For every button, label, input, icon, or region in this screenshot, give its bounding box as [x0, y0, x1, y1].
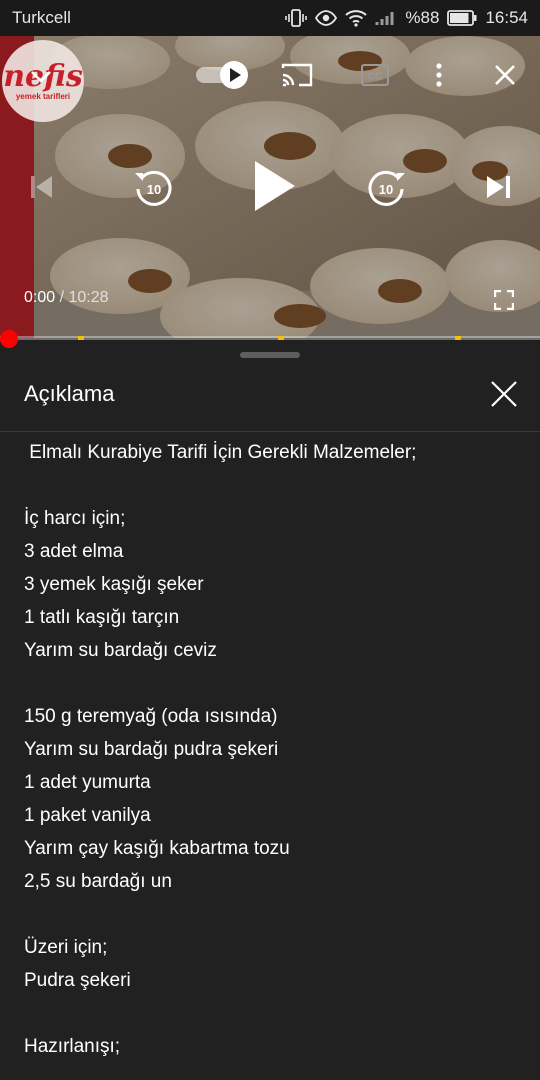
description-line: 1 tatlı kaşığı tarçın [24, 607, 180, 628]
battery-icon [447, 10, 477, 26]
description-line: Pudra şekeri [24, 970, 131, 991]
seek-bar-thumb[interactable] [0, 330, 18, 348]
forward-seconds-label: 10 [379, 182, 393, 197]
autoplay-toggle[interactable] [194, 60, 250, 90]
description-line: 2,5 su bardağı un [24, 871, 172, 892]
description-text: Elmalı Kurabiye Tarifi İçin Gerekli Malz… [24, 436, 524, 1063]
description-line: Üzeri için; [24, 937, 108, 958]
captions-icon: CC [361, 64, 389, 86]
battery-percent: %88 [405, 8, 440, 27]
close-description-button[interactable] [488, 378, 520, 410]
close-icon [495, 65, 515, 85]
rewind-10-button[interactable]: 10 [130, 164, 176, 210]
fullscreen-button[interactable] [490, 286, 518, 314]
collapse-player-button[interactable] [24, 60, 58, 94]
clock: 16:54 [485, 8, 528, 27]
next-video-button[interactable] [482, 170, 516, 204]
rewind-seconds-label: 10 [147, 182, 161, 197]
replay-10-icon: 10 [135, 170, 172, 206]
time-display: 0:00 / 10:28 [24, 289, 109, 307]
signal-icon [375, 9, 397, 27]
close-icon [491, 381, 517, 407]
autoplay-toggle-icon [196, 61, 248, 89]
svg-text:CC: CC [368, 72, 382, 83]
description-line: Hazırlanışı; [24, 1036, 121, 1057]
description-line: 3 yemek kaşığı şeker [24, 574, 204, 595]
previous-video-button[interactable] [24, 170, 58, 204]
description-line: İç harcı için; [24, 508, 126, 529]
chevron-down-icon [31, 71, 51, 83]
description-line: 150 g teremyağ (oda ısısında) [24, 706, 278, 727]
status-bar: Turkcell %88 16:54 [0, 0, 540, 36]
description-line [24, 898, 524, 931]
fullscreen-icon [494, 290, 514, 310]
cast-button[interactable] [280, 58, 314, 92]
video-duration: 10:28 [68, 289, 109, 306]
description-line [24, 667, 524, 700]
description-line: 1 paket vanilya [24, 805, 151, 826]
description-panel: Açıklama Elmalı Kurabiye Tarifi İçin Ger… [0, 340, 540, 1080]
panel-title: Açıklama [24, 381, 115, 406]
more-vert-icon [436, 63, 442, 87]
description-line [24, 469, 524, 502]
panel-divider [0, 431, 540, 432]
carrier-name: Turkcell [12, 8, 71, 27]
play-button[interactable] [244, 156, 304, 216]
description-line [24, 997, 524, 1030]
time-separator: / [55, 289, 69, 306]
description-line: Elmalı Kurabiye Tarifi İçin Gerekli Malz… [24, 442, 417, 463]
description-line: 1 adet yumurta [24, 772, 151, 793]
vibrate-icon [285, 9, 308, 27]
eye-icon [315, 10, 338, 26]
drag-handle[interactable] [240, 352, 300, 358]
forward-10-button[interactable]: 10 [364, 164, 410, 210]
description-line: Yarım çay kaşığı kabartma tozu [24, 838, 290, 859]
description-line: Yarım su bardağı ceviz [24, 640, 217, 661]
skip-previous-icon [31, 176, 52, 198]
more-options-button[interactable] [426, 58, 452, 92]
description-line: Yarım su bardağı pudra şekeri [24, 739, 279, 760]
cast-icon [281, 63, 313, 87]
description-line: 3 adet elma [24, 541, 124, 562]
wifi-icon [345, 9, 368, 27]
status-icons: %88 16:54 [285, 8, 528, 28]
play-icon [255, 161, 295, 211]
captions-button[interactable]: CC [358, 58, 392, 92]
current-time: 0:00 [24, 289, 56, 306]
skip-next-icon [487, 176, 510, 198]
forward-10-icon: 10 [368, 170, 405, 206]
close-player-button[interactable] [488, 58, 522, 92]
video-player[interactable]: nefis yemek tarifleri CC 10 10 0:00 / 10… [0, 36, 540, 338]
